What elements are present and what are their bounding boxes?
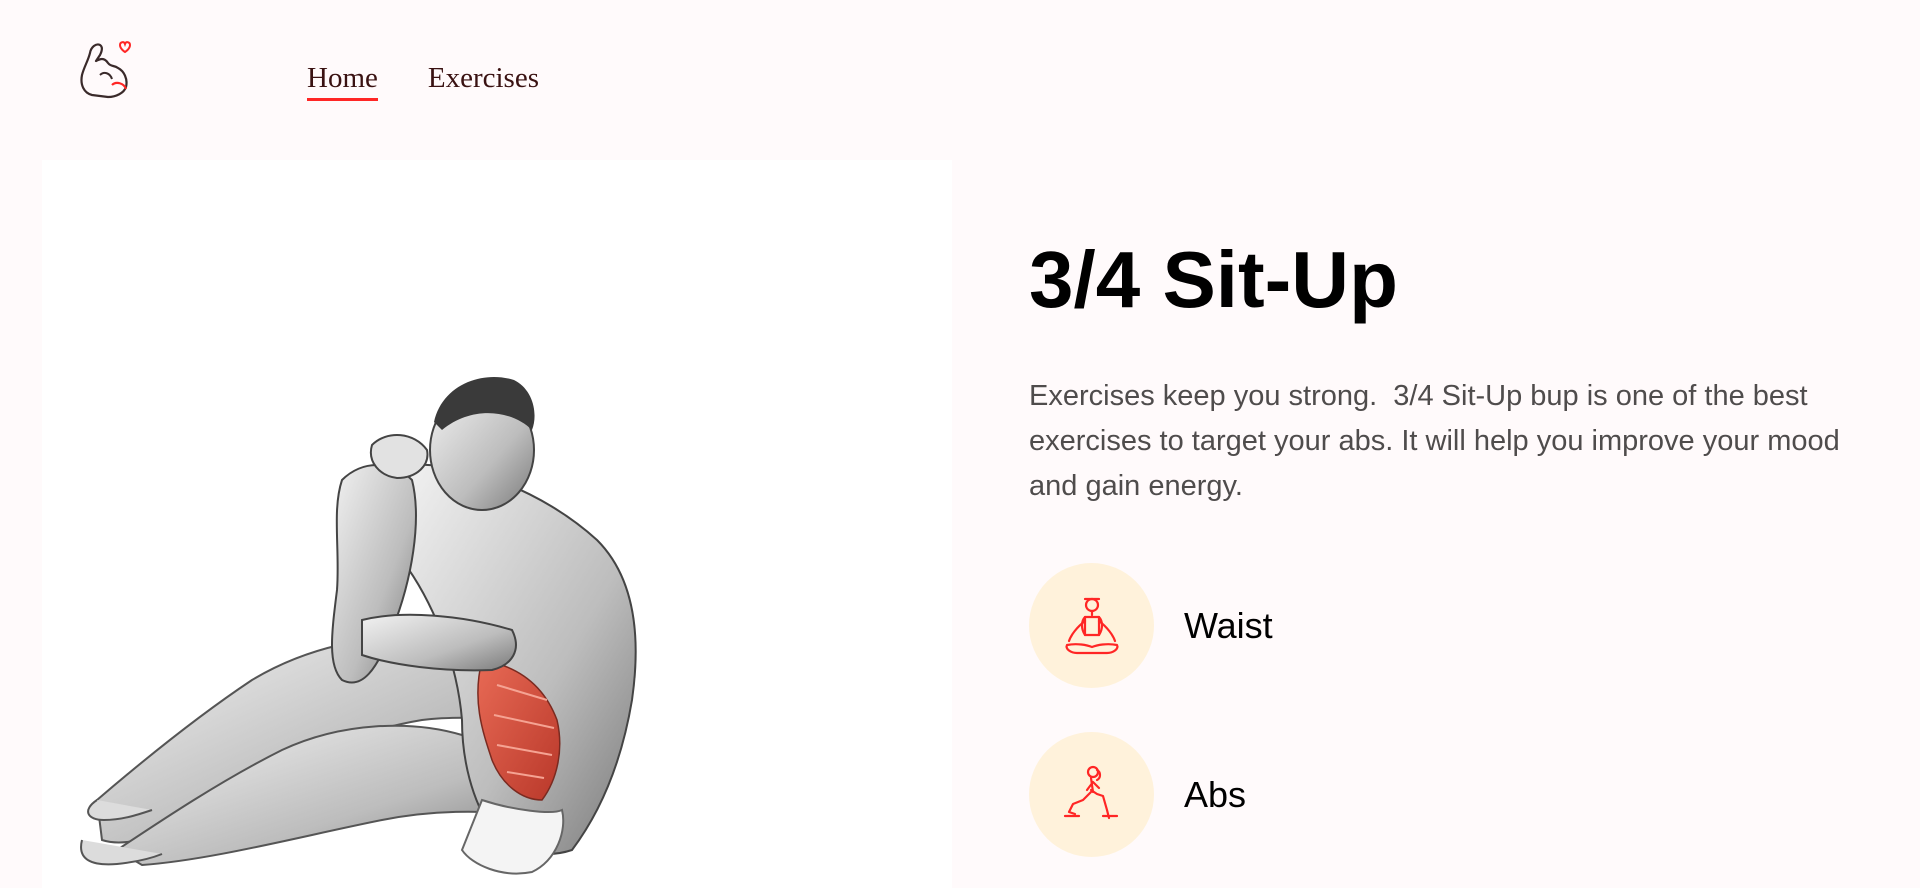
exercise-description: Exercises keep you strong. 3/4 Sit-Up bu…: [1029, 380, 1848, 502]
exercise-title: 3/4 Sit-Up: [1029, 235, 1398, 324]
exercise-detail: 3/4 Sit-Up Exercises keep you strong. 3/…: [1029, 225, 1889, 509]
nav-link-home[interactable]: Home: [307, 62, 378, 101]
lunge-pose-icon: [1063, 765, 1118, 819]
nav-links: Home Exercises: [307, 62, 539, 101]
detail-tag-body-part: Waist: [1029, 563, 1273, 688]
logo-link[interactable]: [78, 35, 134, 101]
flexed-bicep-heart-icon: [80, 41, 132, 99]
navbar: Home Exercises: [0, 0, 1920, 160]
meditation-pose-icon: [1065, 597, 1118, 654]
detail-tag-target: Abs: [1029, 732, 1246, 857]
target-label: Abs: [1184, 773, 1247, 815]
exercise-image: [42, 160, 952, 888]
body-part-button[interactable]: [1029, 563, 1154, 688]
sit-up-figure-illustration: [80, 376, 637, 875]
body-part-label: Waist: [1184, 604, 1273, 646]
nav-link-exercises[interactable]: Exercises: [428, 62, 539, 101]
target-button[interactable]: [1029, 732, 1154, 857]
